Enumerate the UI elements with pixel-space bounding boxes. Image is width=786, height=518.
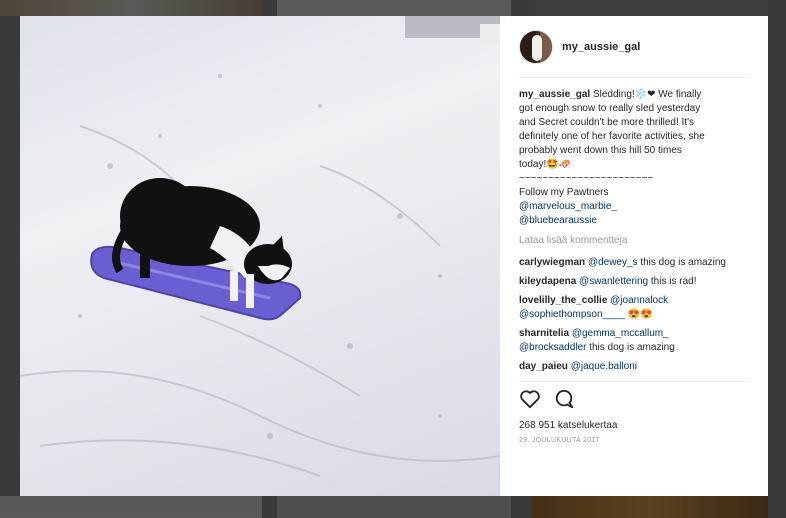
mention-link[interactable]: @brocksaddler [519, 342, 586, 353]
mention-link[interactable]: @jaque.balloni [571, 361, 637, 372]
post-date[interactable]: 29. JOULUKUUTA 2017 [519, 437, 749, 444]
avatar[interactable] [519, 29, 553, 64]
post-actions: 268 951 katselukertaa 29. JOULUKUUTA 201… [519, 381, 749, 444]
caption-follow-text: Follow my Pawtners [519, 187, 609, 198]
caption-text-line: definitely one of her favorite activitie… [519, 131, 705, 142]
post-modal: my_aussie_gal my_aussie_gal Sledding!❄️❤… [20, 16, 768, 496]
comment-username[interactable]: sharnitelia [519, 328, 569, 339]
post-sidebar: my_aussie_gal my_aussie_gal Sledding!❄️❤… [500, 16, 768, 496]
mention-link[interactable]: @joannalock [610, 295, 668, 306]
post-caption: my_aussie_gal Sledding!❄️❤ We finally go… [519, 88, 749, 228]
comment-item: sharnitelia @gemma_mccallum_ @brocksaddl… [519, 327, 749, 355]
post-header: my_aussie_gal [519, 16, 749, 78]
comment-username[interactable]: carlywiegman [519, 257, 585, 268]
comment-text: this is rad! [648, 276, 697, 287]
caption-text-line: got enough snow to really sled yesterday [519, 103, 701, 114]
mention-link[interactable]: @marvelous_marbie_ [519, 201, 617, 212]
comment-item: kileydapena @swanlettering this is rad! [519, 275, 749, 289]
action-icons [519, 389, 749, 414]
load-more-comments-button[interactable]: Lataa lisää kommentteja [519, 234, 749, 248]
comment-item: day_paieu @jaque.balloni [519, 360, 749, 374]
heart-icon[interactable] [519, 389, 541, 414]
comment-text: this dog is amazing [637, 257, 726, 268]
comment-item: lovelilly_the_collie @joannalock @sophie… [519, 294, 749, 322]
comments-list[interactable]: my_aussie_gal Sledding!❄️❤ We finally go… [519, 88, 749, 381]
caption-text-line: Sledding!❄️❤ We finally [592, 89, 702, 100]
comment-text: 😍😍 [624, 309, 653, 320]
mention-link[interactable]: @gemma_mccallum_ [572, 328, 669, 339]
comment-username[interactable]: day_paieu [519, 361, 568, 372]
caption-text-line: and Secret couldn't be more thrilled! It… [519, 117, 695, 128]
caption-text-line: today!🤩🛷 [519, 159, 572, 170]
view-count[interactable]: 268 951 katselukertaa [519, 420, 749, 431]
caption-username[interactable]: my_aussie_gal [519, 89, 590, 100]
post-video[interactable] [20, 16, 500, 496]
header-username[interactable]: my_aussie_gal [562, 41, 640, 53]
comment-item: carlywiegman @dewey_s this dog is amazin… [519, 256, 749, 270]
comment-username[interactable]: lovelilly_the_collie [519, 295, 607, 306]
mention-link[interactable]: @bluebearaussie [519, 215, 597, 226]
comment-username[interactable]: kileydapena [519, 276, 576, 287]
comment-text: this dog is amazing [586, 342, 675, 353]
caption-text-line: probably went down this hill 50 times [519, 145, 682, 156]
mention-link[interactable]: @sophiethompson____ [519, 309, 625, 320]
mention-link[interactable]: @swanlettering [579, 276, 648, 287]
mention-link[interactable]: @dewey_s [588, 257, 638, 268]
caption-separator: ~~~~~~~~~~~~~~~~~~~~~~~ [519, 173, 654, 184]
video-frame-dog-sledding [20, 16, 500, 477]
comment-bubble-icon[interactable] [553, 389, 575, 414]
